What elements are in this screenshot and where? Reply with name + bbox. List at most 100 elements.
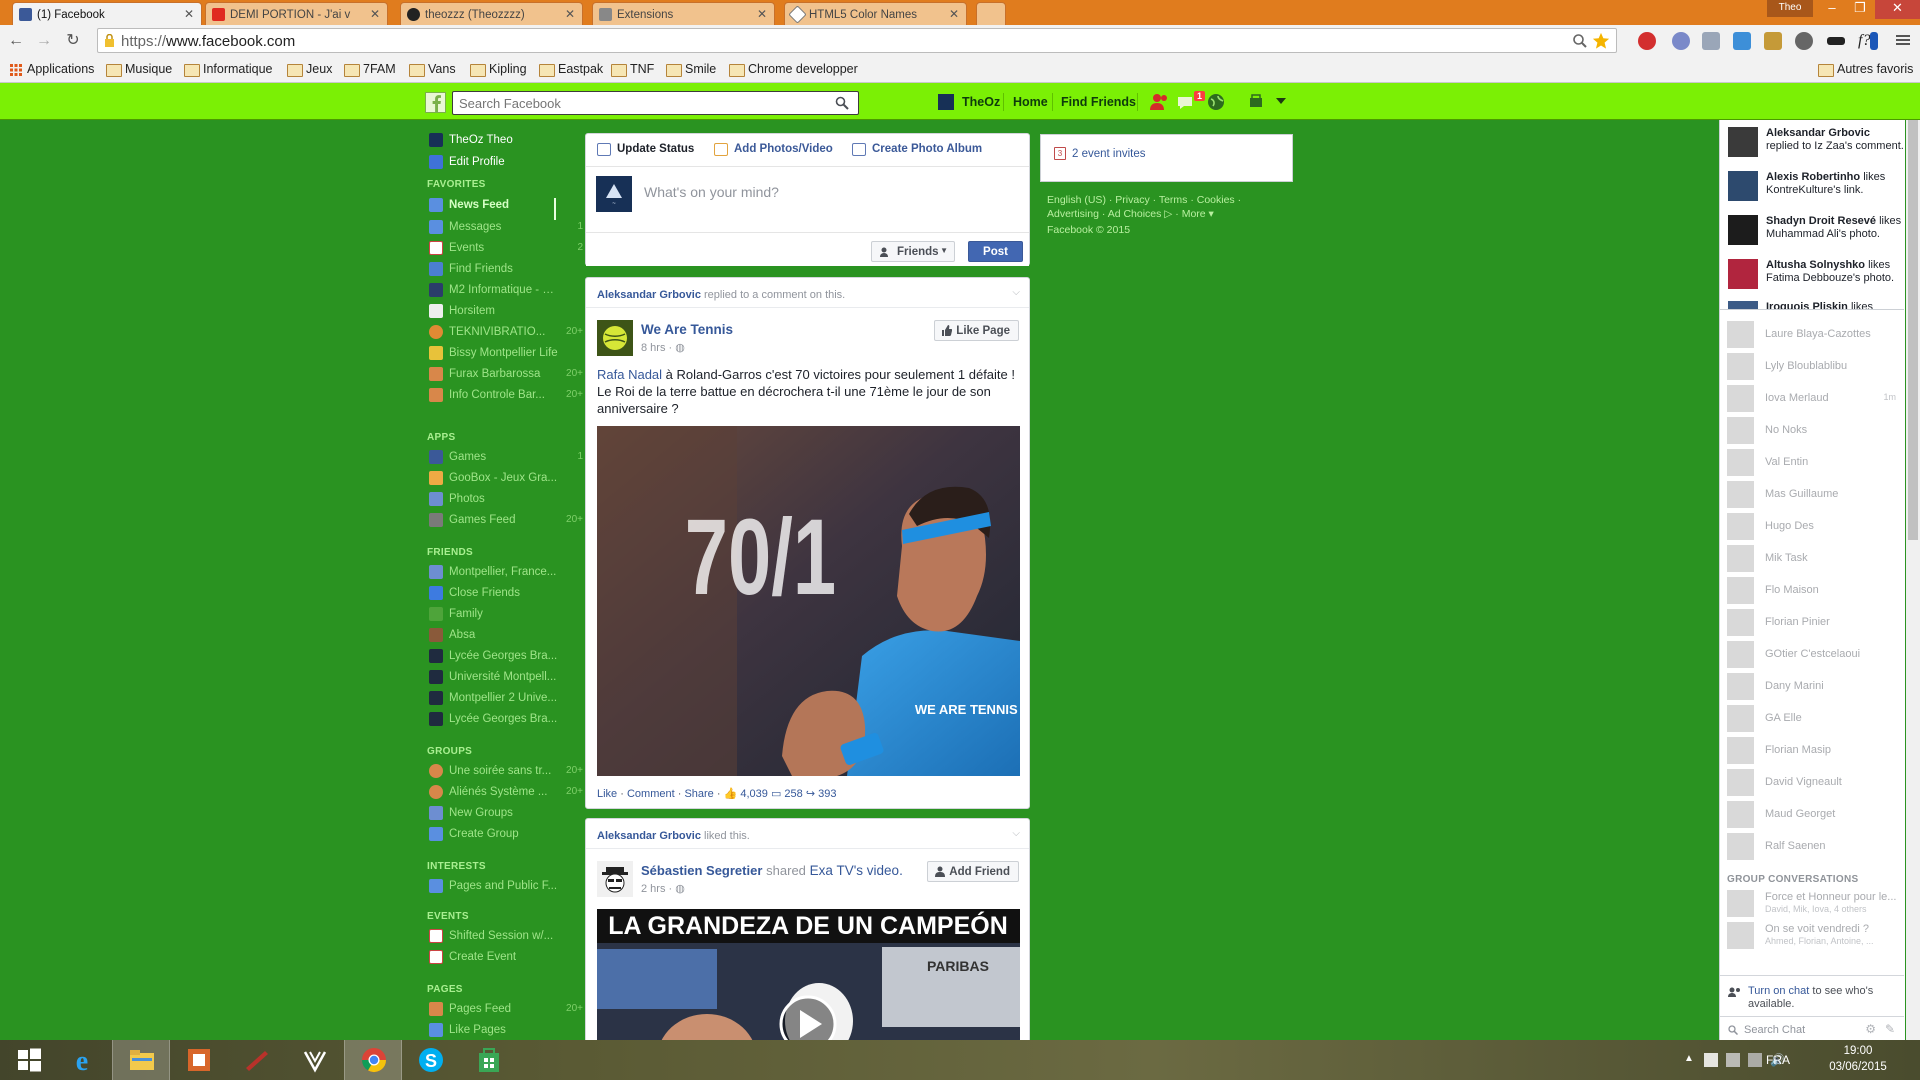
bookmark-folder[interactable]: Kipling (470, 62, 527, 77)
ticker-story[interactable]: Aleksandar Grbovic replied to Iz Zaa's c… (1728, 122, 1904, 166)
facebook-search-box[interactable] (452, 91, 859, 115)
sidebar-item-photos[interactable]: Photos (425, 490, 585, 510)
sidebar-item-like-pages[interactable]: Like Pages (425, 1021, 585, 1041)
sidebar-item-page[interactable]: Furax Barbarossa 20+ (425, 365, 585, 385)
footer-line[interactable]: English (US) · Privacy · Terms · Cookies… (1047, 193, 1287, 207)
page-name-link[interactable]: We Are Tennis (641, 322, 733, 337)
taskbar-store[interactable] (460, 1040, 518, 1080)
sidebar-item-page[interactable]: Bissy Montpellier Life (425, 344, 585, 364)
bookmark-other[interactable]: Autres favoris (1818, 62, 1913, 77)
sidebar-scrollbar[interactable] (554, 198, 556, 220)
tab-extensions[interactable]: Extensions ✕ (592, 2, 775, 25)
events-reminder[interactable]: 3 2 event invites (1040, 134, 1293, 182)
maximize-icon[interactable]: ❐ (1846, 0, 1874, 19)
search-icon[interactable] (835, 96, 849, 110)
close-tab-icon[interactable]: ✕ (949, 7, 959, 21)
globe-notifications-icon[interactable] (1206, 93, 1226, 111)
action-center-icon[interactable] (1704, 1053, 1718, 1067)
sidebar-item-friend-list[interactable]: Lycée Georges Bra... (425, 647, 585, 667)
network-icon[interactable] (1726, 1053, 1740, 1067)
sidebar-item-new-groups[interactable]: New Groups (425, 804, 585, 824)
bookmark-folder[interactable]: TNF (611, 62, 654, 77)
bookmark-folder[interactable]: Smile (666, 62, 716, 77)
sidebar-item-find-friends[interactable]: Find Friends (425, 260, 585, 280)
share-link[interactable]: Share (684, 788, 713, 800)
sidebar-item-group[interactable]: Une soirée sans tr... 20+ (425, 762, 585, 782)
bookmark-folder[interactable]: Jeux (287, 62, 332, 77)
actor-link[interactable]: Aleksandar Grbovic (597, 289, 701, 301)
close-tab-icon[interactable]: ✕ (370, 7, 380, 21)
bookmark-folder[interactable]: 7FAM (344, 62, 396, 77)
bookmark-folder[interactable]: Vans (409, 62, 456, 77)
sidebar-item-friend-list[interactable]: Montpellier 2 Unive... (425, 689, 585, 709)
likes-count[interactable]: 👍 4,039 (724, 788, 768, 800)
avatar[interactable] (597, 861, 633, 897)
chat-contact[interactable]: Laure Blaya-Cazottes (1727, 319, 1902, 351)
extension-icon[interactable] (1733, 32, 1751, 50)
zoom-icon[interactable] (1572, 33, 1588, 49)
sidebar-item-messages[interactable]: Messages 1 (425, 218, 585, 238)
sidebar-item-friend-list[interactable]: Close Friends (425, 584, 585, 604)
sidebar-item-page[interactable]: TEKNIVIBRATIO... 20+ (425, 323, 585, 343)
profile-link[interactable]: TheOz (962, 95, 1000, 109)
glasses-icon[interactable] (1827, 37, 1845, 45)
chat-contact[interactable]: No Noks (1727, 415, 1902, 447)
page-avatar[interactable] (597, 320, 633, 356)
extension-icon[interactable] (1764, 32, 1782, 50)
clock-date[interactable]: 03/06/2015 (1828, 1061, 1888, 1073)
event-invites-link[interactable]: 2 event invites (1072, 148, 1146, 160)
clock-time[interactable]: 19:00 (1828, 1045, 1888, 1057)
profile-badge[interactable]: Theo (1767, 0, 1813, 17)
chat-contact[interactable]: Dany Marini (1727, 671, 1902, 703)
sidebar-item-edit-profile[interactable]: Edit Profile (425, 153, 585, 173)
ticker-story[interactable]: Iroquois Pliskin likes (1728, 296, 1904, 310)
taskbar-chrome[interactable] (344, 1040, 402, 1080)
extension-icon[interactable] (1795, 32, 1813, 50)
footer-line[interactable]: Advertising · Ad Choices ▷ · More ▾ (1047, 207, 1287, 221)
avatar[interactable] (938, 94, 954, 110)
star-bookmark-icon[interactable] (1592, 32, 1610, 50)
privacy-shortcuts-icon[interactable] (1248, 93, 1264, 111)
status-input[interactable]: What's on your mind? (644, 184, 779, 200)
post-photo[interactable]: 70/1 WE ARE TENNIS .COM (597, 426, 1020, 776)
minimize-icon[interactable]: – (1818, 0, 1846, 19)
sidebar-item-profile[interactable]: TheOz Theo (425, 131, 585, 151)
chat-contact[interactable]: Maud Georget (1727, 799, 1902, 831)
chevron-down-icon[interactable]: ⌵ (1012, 287, 1020, 298)
sidebar-item-friend-list[interactable]: Absa (425, 626, 585, 646)
sidebar-item-page[interactable]: Info Controle Bar... 20+ (425, 386, 585, 406)
update-status-tab[interactable]: Update Status (597, 143, 694, 156)
group-conversation[interactable]: Force et Honneur pour le... David, Mik, I… (1727, 888, 1902, 920)
bookmark-folder[interactable]: Chrome developper (729, 62, 858, 77)
chat-contact[interactable]: Florian Pinier (1727, 607, 1902, 639)
group-conversation[interactable]: On se voit vendredi ? Ahmed, Florian, Ant… (1727, 920, 1902, 952)
page-scrollbar[interactable] (1906, 120, 1920, 1040)
chat-contact[interactable]: Mik Task (1727, 543, 1902, 575)
chat-contact[interactable]: Florian Masip (1727, 735, 1902, 767)
adblock-icon[interactable] (1638, 32, 1656, 50)
close-window-icon[interactable]: ✕ (1875, 0, 1920, 19)
chevron-down-icon[interactable]: ⌵ (1012, 828, 1020, 839)
add-photos-tab[interactable]: Add Photos/Video (714, 143, 833, 156)
tab-html5-colors[interactable]: HTML5 Color Names ✕ (784, 2, 967, 25)
sidebar-item-friend-list[interactable]: Family (425, 605, 585, 625)
ticker-story[interactable]: Shadyn Droit Resevé likes Muhammad Ali's… (1728, 210, 1904, 254)
sidebar-item-games-feed[interactable]: Games Feed 20+ (425, 511, 585, 531)
input-language[interactable]: FRA (1766, 1053, 1790, 1067)
tab-github[interactable]: theozzz (Theozzzz) ✕ (400, 2, 583, 25)
sidebar-item-friend-list[interactable]: Montpellier, France... (425, 563, 585, 583)
chat-contact[interactable]: Mas Guillaume (1727, 479, 1902, 511)
sidebar-item-group[interactable]: M2 Informatique - U... (425, 281, 585, 301)
sidebar-item-friend-list[interactable]: Université Montpell... (425, 668, 585, 688)
person-link[interactable]: Sébastien Segretier (641, 863, 762, 878)
chat-contact[interactable]: GA Elle (1727, 703, 1902, 735)
close-tab-icon[interactable]: ✕ (184, 7, 194, 21)
close-tab-icon[interactable]: ✕ (757, 7, 767, 21)
sidebar-item-app[interactable]: GooBox - Jeux Gra... (425, 469, 585, 489)
chat-contact[interactable]: Flo Maison (1727, 575, 1902, 607)
shares-count[interactable]: ↪ 393 (806, 788, 837, 800)
forward-arrow-icon[interactable]: → (33, 30, 55, 52)
mention-link[interactable]: Rafa Nadal (597, 367, 662, 382)
turn-on-chat-link[interactable]: Turn on chat (1748, 985, 1809, 997)
chat-contact[interactable]: GOtier C'estcelaoui (1727, 639, 1902, 671)
